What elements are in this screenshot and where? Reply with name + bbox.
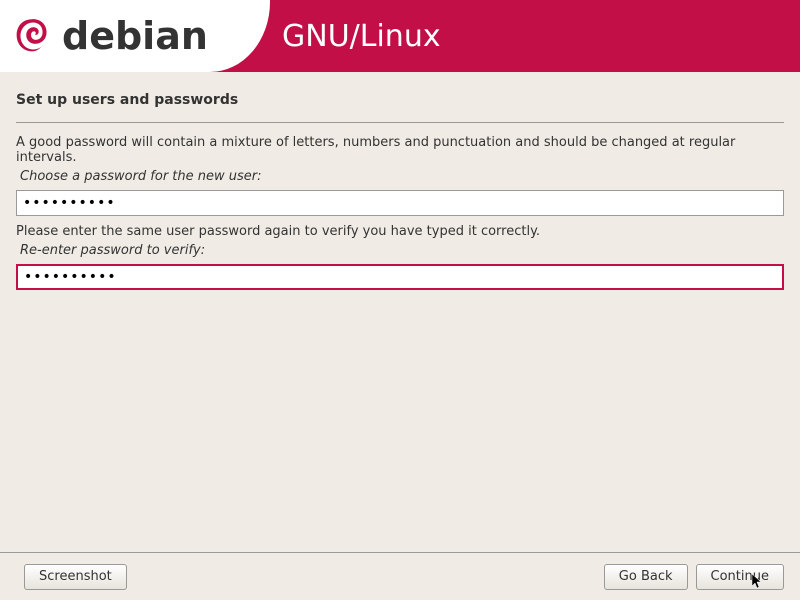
main-area: A good password will contain a mixture o…	[16, 122, 784, 552]
reenter-password-label: Re-enter password to verify:	[20, 243, 784, 258]
password-input[interactable]	[16, 190, 784, 216]
screenshot-button[interactable]: Screenshot	[24, 564, 127, 590]
content-area: Set up users and passwords A good passwo…	[0, 72, 800, 552]
go-back-button[interactable]: Go Back	[604, 564, 688, 590]
logo-text: debian	[62, 14, 208, 58]
verify-info-text: Please enter the same user password agai…	[16, 224, 784, 239]
debian-swirl-icon	[8, 12, 56, 60]
continue-button[interactable]: Continue	[696, 564, 784, 590]
choose-password-label: Choose a password for the new user:	[20, 169, 784, 184]
password-info-text: A good password will contain a mixture o…	[16, 135, 784, 165]
header-title: GNU/Linux	[282, 19, 441, 54]
header-banner: debian GNU/Linux	[0, 0, 800, 72]
footer-bar: Screenshot Go Back Continue	[0, 552, 800, 600]
page-title: Set up users and passwords	[16, 92, 784, 108]
password-verify-input[interactable]	[16, 264, 784, 290]
logo-container: debian	[0, 0, 270, 72]
